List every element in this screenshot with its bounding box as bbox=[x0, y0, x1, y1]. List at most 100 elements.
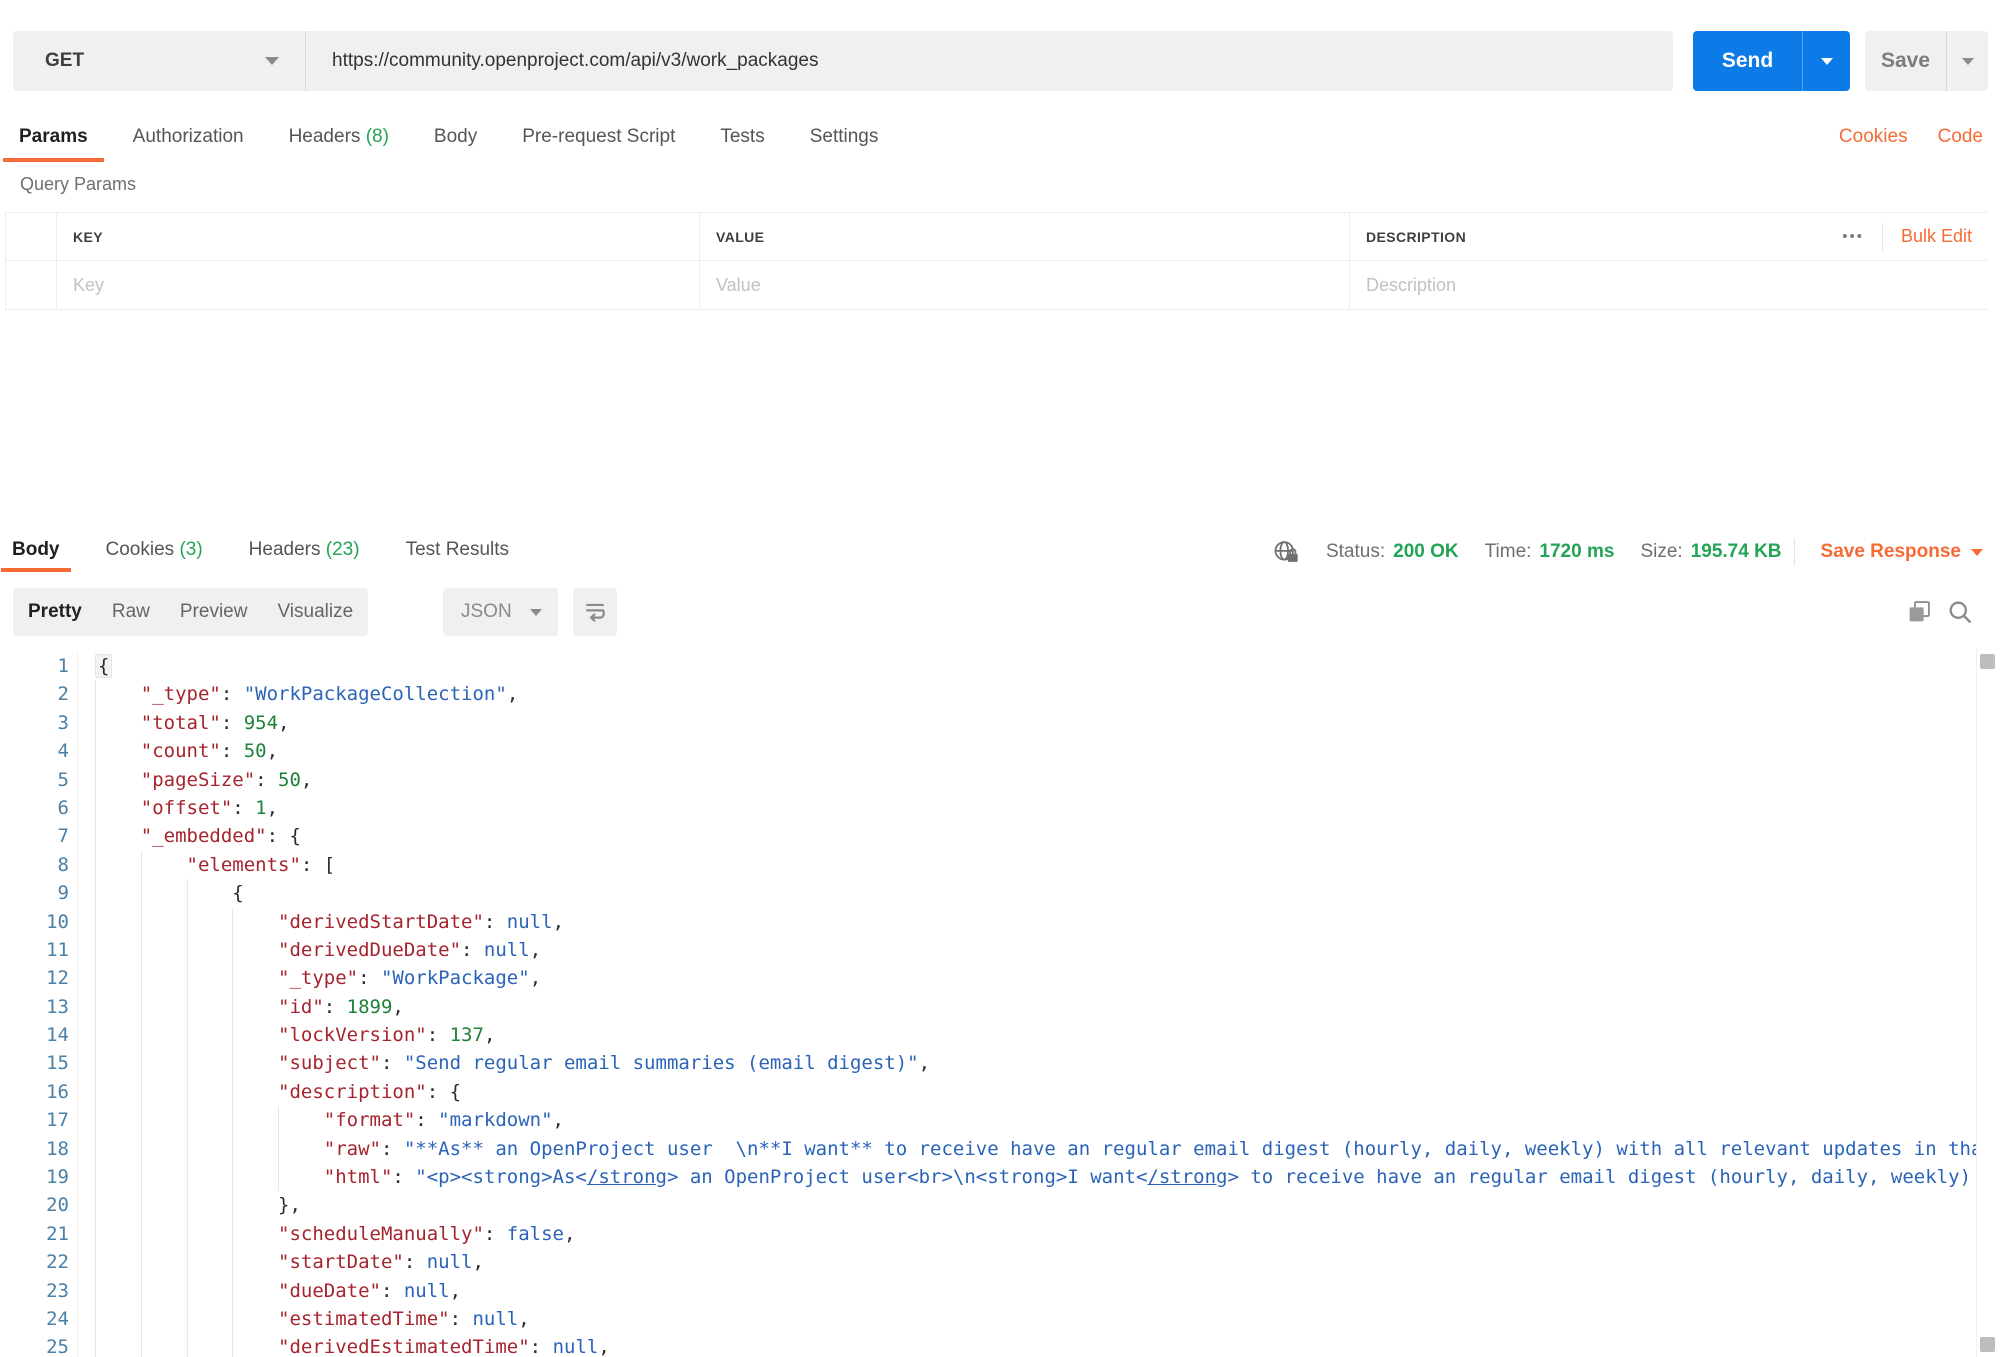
indent-guide bbox=[186, 1333, 233, 1357]
value-input[interactable]: Value bbox=[716, 275, 761, 296]
send-button-label[interactable]: Send bbox=[1693, 31, 1802, 91]
indent-guide bbox=[140, 992, 187, 1022]
send-button[interactable]: Send bbox=[1693, 31, 1850, 91]
line-number: 10 bbox=[0, 907, 78, 936]
code-line: 12 "_type": "WorkPackage", bbox=[0, 964, 2000, 993]
indent-guide bbox=[232, 1248, 278, 1277]
tab-tests[interactable]: Tests bbox=[704, 116, 780, 162]
search-response-button[interactable] bbox=[1946, 598, 1974, 626]
tab-label: Headers bbox=[288, 126, 361, 147]
indent-guide bbox=[140, 1219, 187, 1249]
tab-test-results[interactable]: Test Results bbox=[395, 532, 520, 572]
code-line: 11 "derivedDueDate": null, bbox=[0, 935, 2000, 965]
indent-guide bbox=[95, 1219, 141, 1249]
code-line: 4 "count": 50, bbox=[0, 737, 2000, 766]
code-line-content: }, bbox=[95, 1191, 301, 1220]
divider bbox=[1881, 222, 1883, 251]
indent-guide bbox=[95, 822, 141, 851]
indent-guide bbox=[140, 907, 187, 936]
column-header-value: VALUE bbox=[716, 228, 765, 245]
indent-guide bbox=[140, 1077, 187, 1107]
tab-label: Headers bbox=[248, 539, 321, 560]
tab-label: Tests bbox=[720, 126, 765, 147]
line-number: 1 bbox=[0, 652, 78, 681]
indent-guide bbox=[232, 1333, 278, 1357]
language-select[interactable]: JSON bbox=[443, 588, 558, 636]
indent-guide bbox=[95, 1333, 141, 1357]
line-number: 14 bbox=[0, 1021, 78, 1050]
view-pretty[interactable]: Pretty bbox=[13, 588, 97, 636]
indent-guide bbox=[186, 964, 233, 993]
indent-guide bbox=[232, 1021, 278, 1050]
key-input[interactable]: Key bbox=[73, 275, 104, 296]
vertical-scrollbar[interactable] bbox=[1976, 648, 2000, 1357]
indent-guide bbox=[95, 737, 141, 766]
send-options-button[interactable] bbox=[1802, 31, 1850, 91]
code-line-content: "_type": "WorkPackageCollection", bbox=[95, 680, 518, 709]
response-tabs: Body Cookies (3) Headers (23) Test Resul… bbox=[1, 532, 520, 572]
indent-guide bbox=[95, 1304, 141, 1334]
url-input[interactable] bbox=[306, 31, 1673, 91]
tab-body[interactable]: Body bbox=[418, 116, 493, 162]
save-options-button[interactable] bbox=[1946, 31, 1988, 91]
code-line-content: "offset": 1, bbox=[95, 793, 278, 823]
tab-pre-request-script[interactable]: Pre-request Script bbox=[506, 116, 691, 162]
description-input[interactable]: Description bbox=[1366, 275, 1456, 296]
line-number: 24 bbox=[0, 1304, 78, 1334]
line-number: 16 bbox=[0, 1077, 78, 1107]
copy-response-button[interactable] bbox=[1905, 598, 1933, 626]
code-line: 3 "total": 954, bbox=[0, 708, 2000, 738]
tab-headers[interactable]: Headers (8) bbox=[273, 116, 405, 162]
wrap-text-button[interactable] bbox=[573, 588, 617, 636]
divider bbox=[1793, 538, 1795, 566]
indent-guide bbox=[95, 1134, 141, 1164]
view-preview[interactable]: Preview bbox=[165, 588, 263, 636]
tab-authorization[interactable]: Authorization bbox=[117, 116, 260, 162]
indent-guide bbox=[95, 1276, 141, 1305]
code-line-content: "elements": [ bbox=[95, 850, 335, 880]
indent-guide bbox=[232, 1134, 278, 1164]
code-line: 9{ bbox=[0, 879, 2000, 908]
tab-label: Test Results bbox=[405, 539, 510, 560]
indent-guide bbox=[186, 1191, 233, 1220]
tab-response-body[interactable]: Body bbox=[1, 532, 71, 572]
tab-settings[interactable]: Settings bbox=[794, 116, 895, 162]
code-line-content: "derivedStartDate": null, bbox=[95, 907, 564, 936]
line-number: 3 bbox=[0, 708, 78, 738]
cookies-link[interactable]: Cookies bbox=[1839, 116, 1908, 158]
column-header-key: KEY bbox=[73, 228, 103, 245]
indent-guide bbox=[95, 1106, 141, 1135]
view-raw[interactable]: Raw bbox=[97, 588, 165, 636]
method-select[interactable]: GET bbox=[13, 31, 306, 91]
save-button[interactable]: Save bbox=[1865, 31, 1988, 91]
line-number: 8 bbox=[0, 850, 78, 880]
tab-response-headers[interactable]: Headers (23) bbox=[238, 532, 371, 572]
indent-guide bbox=[95, 992, 141, 1022]
indent-guide bbox=[140, 1106, 187, 1135]
indent-guide bbox=[95, 907, 141, 936]
save-button-label[interactable]: Save bbox=[1865, 31, 1946, 91]
indent-guide bbox=[186, 1134, 233, 1164]
code-line: 18 "raw": "**As** an OpenProject user \n*… bbox=[0, 1134, 2000, 1164]
code-line: 24 "estimatedTime": null, bbox=[0, 1304, 2000, 1334]
tab-count: (23) bbox=[325, 539, 360, 560]
bulk-edit-link[interactable]: Bulk Edit bbox=[1901, 226, 1972, 247]
code-line: 22 "startDate": null, bbox=[0, 1248, 2000, 1277]
line-number: 2 bbox=[0, 680, 78, 709]
code-line-content: "description": { bbox=[95, 1077, 461, 1107]
indent-guide bbox=[140, 1248, 187, 1277]
code-line-content: "raw": "**As** an OpenProject user \n**I… bbox=[95, 1134, 2000, 1164]
view-visualize[interactable]: Visualize bbox=[262, 588, 368, 636]
tab-response-cookies[interactable]: Cookies (3) bbox=[95, 532, 214, 572]
size-label: Size: bbox=[1640, 541, 1683, 562]
scrollbar-thumb[interactable] bbox=[1980, 654, 1995, 669]
method-label: GET bbox=[45, 50, 85, 71]
code-link[interactable]: Code bbox=[1938, 116, 1983, 158]
indent-guide bbox=[186, 1163, 233, 1192]
save-response-button[interactable]: Save Response bbox=[1821, 541, 1983, 563]
response-body-code[interactable]: 1{2 "_type": "WorkPackageCollection", 3 "to… bbox=[0, 652, 2000, 1357]
more-options-icon[interactable]: ••• bbox=[1842, 228, 1864, 245]
chevron-down-icon bbox=[1971, 548, 1983, 556]
tab-params[interactable]: Params bbox=[3, 116, 104, 162]
indent-guide bbox=[186, 1077, 233, 1107]
